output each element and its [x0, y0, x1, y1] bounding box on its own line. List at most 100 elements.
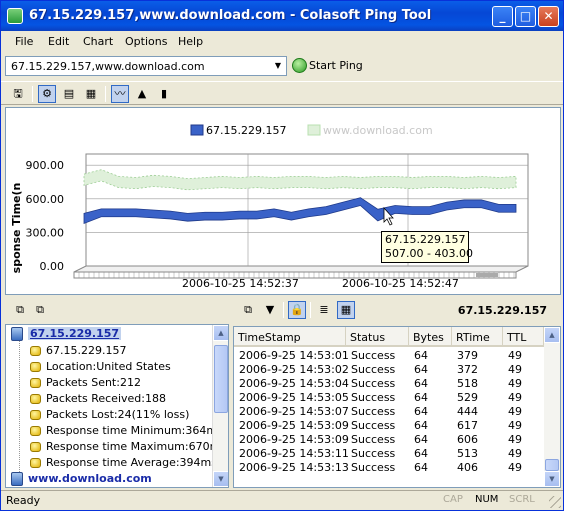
- table-cell: 2006-9-25 14:53:09: [239, 433, 349, 446]
- response-time-chart[interactable]: 67.15.229.157 www.download.com sponse Ti…: [6, 108, 560, 294]
- table-cell: 513: [457, 447, 478, 460]
- tree-scrollbar[interactable]: ▲ ▼: [212, 325, 228, 487]
- line-chart-icon[interactable]: 〰: [111, 85, 129, 103]
- menu-chart[interactable]: Chart: [83, 35, 113, 48]
- scroll-up-icon[interactable]: ▲: [544, 327, 560, 343]
- table-cell: 64: [414, 391, 428, 404]
- dropdown-arrow-icon[interactable]: ▼: [271, 58, 285, 74]
- column-header[interactable]: Status: [346, 327, 409, 347]
- host-label: 67.15.229.157: [28, 327, 122, 340]
- scroll-down-icon[interactable]: ▼: [544, 471, 560, 487]
- table-view-icon[interactable]: ▦: [337, 301, 355, 319]
- table-row[interactable]: 2006-9-25 14:53:09 Success 64 606 49: [234, 433, 544, 447]
- scroll-thumb[interactable]: [214, 345, 228, 413]
- options-icon[interactable]: ⚙: [38, 85, 56, 103]
- table-cell: 49: [508, 447, 522, 460]
- table-cell: 2006-9-25 14:53:13: [239, 461, 349, 474]
- resize-grip-icon[interactable]: [549, 496, 561, 508]
- table-cell: 49: [508, 461, 522, 474]
- tree-item-label: Packets Lost:24(11% loss): [46, 408, 190, 421]
- table-cell: Success: [351, 377, 396, 390]
- chart-panel[interactable]: 67.15.229.157 www.download.com sponse Ti…: [5, 107, 561, 295]
- host-tree[interactable]: 67.15.229.157 67.15.229.157 Location:Unit…: [5, 324, 229, 488]
- close-button[interactable]: ✕: [538, 6, 559, 27]
- copy-icon[interactable]: ⧉: [11, 301, 29, 319]
- table-row[interactable]: 2006-9-25 14:53:13 Success 64 406 49: [234, 461, 544, 475]
- scroll-up-icon[interactable]: ▲: [213, 325, 228, 341]
- report-icon[interactable]: ▤: [60, 85, 78, 103]
- chart-floor: [73, 265, 529, 273]
- table-cell: 49: [508, 433, 522, 446]
- column-header[interactable]: RTime: [452, 327, 503, 347]
- save-icon[interactable]: 🖫: [9, 85, 27, 103]
- table-row[interactable]: 2006-9-25 14:53:05 Success 64 529 49: [234, 391, 544, 405]
- grid-view-icon[interactable]: ▦: [82, 85, 100, 103]
- table-cell: 64: [414, 433, 428, 446]
- y-tick-label: 900.00: [26, 159, 65, 172]
- address-input[interactable]: 67.15.229.157,www.download.com: [11, 60, 205, 73]
- tree-item-label: Location:United States: [46, 360, 171, 373]
- left-panel-toolbar: ⧉ ⧉: [5, 298, 229, 322]
- computer-icon: [11, 327, 23, 341]
- table-cell: 2006-9-25 14:53:01: [239, 349, 349, 362]
- info-bullet-icon: [30, 426, 41, 436]
- table-cell: 2006-9-25 14:53:05: [239, 391, 349, 404]
- info-bullet-icon: [30, 410, 41, 420]
- table-row[interactable]: 2006-9-25 14:53:09 Success 64 617 49: [234, 419, 544, 433]
- copy-icon[interactable]: ⧉: [239, 301, 257, 319]
- scroll-down-icon[interactable]: ▼: [213, 471, 228, 487]
- column-header[interactable]: TTL: [503, 327, 544, 347]
- toolbar: 🖫 ⚙ ▤ ▦ 〰 ▲ ▮: [1, 81, 563, 105]
- menu-bar: File Edit Chart Options Help: [1, 31, 563, 53]
- table-row[interactable]: 2006-9-25 14:53:04 Success 64 518 49: [234, 377, 544, 391]
- filter-icon[interactable]: ▼: [261, 301, 279, 319]
- table-cell: 406: [457, 461, 478, 474]
- app-icon: [7, 8, 23, 24]
- start-ping-button[interactable]: Start Ping: [292, 56, 364, 76]
- ping-results-table[interactable]: TimeStamp Status Bytes RTime TTL 2006-9-…: [233, 326, 561, 488]
- title-bar[interactable]: 67.15.229.157,www.download.com - Colasof…: [1, 1, 563, 31]
- table-cell: 64: [414, 461, 428, 474]
- bar-chart-icon[interactable]: ▮: [155, 85, 173, 103]
- app-window: 67.15.229.157,www.download.com - Colasof…: [0, 0, 564, 511]
- legend-series2: www.download.com: [323, 124, 433, 137]
- tree-item-label: Response time Maximum:670ms: [46, 440, 227, 453]
- list-view-icon[interactable]: ≣: [315, 301, 333, 319]
- table-row[interactable]: 2006-9-25 14:53:11 Success 64 513 49: [234, 447, 544, 461]
- info-bullet-icon: [30, 346, 41, 356]
- right-panel-toolbar: ⧉ ▼ 🔒 ≣ ▦ 67.15.229.157: [233, 298, 561, 324]
- menu-help[interactable]: Help: [178, 35, 203, 48]
- table-cell: 2006-9-25 14:53:02: [239, 363, 349, 376]
- column-header[interactable]: Bytes: [409, 327, 452, 347]
- table-row[interactable]: 2006-9-25 14:53:07 Success 64 444 49: [234, 405, 544, 419]
- menu-options[interactable]: Options: [125, 35, 167, 48]
- x-tick-label: 2006-10-25 14:52:37: [182, 277, 299, 290]
- lock-icon[interactable]: 🔒: [288, 301, 306, 319]
- scroll-indicator: SCRL: [509, 494, 535, 505]
- table-cell: 64: [414, 363, 428, 376]
- address-combo[interactable]: 67.15.229.157,www.download.com ▼: [5, 56, 287, 76]
- table-cell: Success: [351, 419, 396, 432]
- table-row[interactable]: 2006-9-25 14:53:02 Success 64 372 49: [234, 363, 544, 377]
- area-chart-icon[interactable]: ▲: [133, 85, 151, 103]
- scroll-thumb[interactable]: [545, 459, 559, 471]
- column-header[interactable]: TimeStamp: [234, 327, 346, 347]
- info-bullet-icon: [30, 394, 41, 404]
- table-row[interactable]: 2006-9-25 14:53:01 Success 64 379 49: [234, 349, 544, 363]
- table-cell: Success: [351, 349, 396, 362]
- tree-line: [19, 339, 20, 475]
- menu-file[interactable]: File: [15, 35, 33, 48]
- toolbar-separator: [310, 302, 311, 318]
- table-cell: 518: [457, 377, 478, 390]
- legend-swatch-series2: [307, 124, 321, 136]
- y-tick-label: 600.00: [26, 193, 65, 206]
- tree-item-label: Packets Sent:212: [46, 376, 141, 389]
- maximize-button[interactable]: □: [515, 6, 536, 27]
- table-scrollbar[interactable]: ▲ ▼: [544, 327, 560, 487]
- table-cell: 617: [457, 419, 478, 432]
- table-cell: 529: [457, 391, 478, 404]
- minimize-button[interactable]: _: [492, 6, 513, 27]
- menu-edit[interactable]: Edit: [48, 35, 69, 48]
- start-ping-label: Start Ping: [309, 59, 363, 72]
- copy-all-icon[interactable]: ⧉: [31, 301, 49, 319]
